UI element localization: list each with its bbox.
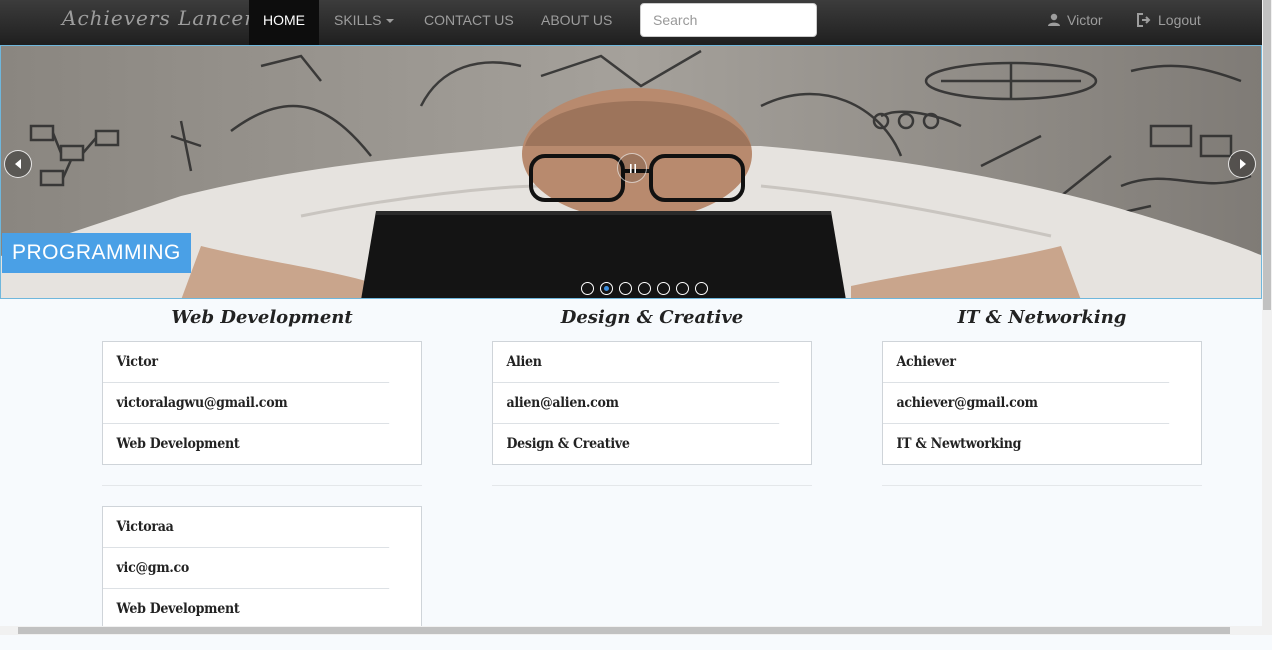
carousel-indicator[interactable] [695, 282, 708, 295]
card-divider [882, 485, 1202, 486]
freelancer-name: Victoraa [103, 507, 390, 548]
carousel-indicator[interactable] [581, 282, 594, 295]
freelancer-card[interactable]: Victor victoralagwu@gmail.com Web Develo… [102, 341, 422, 465]
user-icon [1048, 13, 1060, 26]
horizontal-scrollbar[interactable] [0, 626, 1272, 635]
nav-skills-label: SKILLS [334, 12, 382, 28]
user-name: Victor [1067, 12, 1103, 28]
logout-icon [1137, 13, 1151, 27]
search-input[interactable] [640, 3, 817, 37]
freelancer-name: Victor [103, 342, 390, 383]
carousel-prev-button[interactable] [4, 150, 32, 178]
top-navbar: Achievers Lancer HOME SKILLS CONTACT US … [0, 0, 1262, 46]
carousel-indicators [581, 282, 708, 296]
logout-label: Logout [1158, 12, 1201, 28]
category-title: Web Development [171, 307, 353, 328]
carousel-next-button[interactable] [1228, 150, 1256, 178]
vertical-scrollbar[interactable] [1262, 0, 1272, 626]
freelancer-name: Alien [493, 342, 780, 383]
freelancer-email: achiever@gmail.com [883, 383, 1170, 424]
carousel-indicator[interactable] [676, 282, 689, 295]
category-it-networking: IT & Networking Achiever achiever@gmail.… [882, 300, 1202, 506]
logout-link[interactable]: Logout [1136, 0, 1201, 45]
nav-home[interactable]: HOME [249, 0, 319, 45]
freelancer-skill: Web Development [116, 601, 240, 617]
category-design-creative: Design & Creative Alien alien@alien.com … [492, 300, 812, 506]
freelancer-card[interactable]: Victoraa vic@gm.co Web Development [102, 506, 422, 630]
freelancer-card[interactable]: Achiever achiever@gmail.com IT & Newtwor… [882, 341, 1202, 465]
category-web-development: Web Development Victor victoralagwu@gmai… [102, 300, 422, 650]
caret-down-icon [386, 19, 395, 24]
carousel-indicator-active[interactable] [600, 282, 613, 295]
nav-skills-dropdown[interactable]: SKILLS [334, 0, 395, 45]
card-divider [492, 485, 812, 486]
freelancer-email: vic@gm.co [103, 548, 390, 589]
prev-arrow-icon [15, 159, 21, 169]
freelancer-skill: Web Development [116, 436, 240, 452]
nav-contact-us[interactable]: CONTACT US [424, 0, 514, 45]
freelancer-email: victoralagwu@gmail.com [103, 383, 390, 424]
freelancer-skill: IT & Newtworking [896, 436, 1022, 452]
pause-icon [630, 164, 636, 173]
freelancer-email: alien@alien.com [493, 383, 780, 424]
next-arrow-icon [1240, 159, 1246, 169]
vertical-scrollbar-thumb[interactable] [1263, 0, 1271, 310]
freelancer-card[interactable]: Alien alien@alien.com Design & Creative [492, 341, 812, 465]
freelancer-name: Achiever [883, 342, 1170, 383]
carousel-indicator[interactable] [638, 282, 651, 295]
nav-about-us[interactable]: ABOUT US [541, 0, 612, 45]
carousel-pause-button[interactable] [617, 153, 647, 183]
carousel-indicator[interactable] [619, 282, 632, 295]
hero-carousel: PROGRAMMING [0, 45, 1262, 299]
category-title: IT & Networking [957, 307, 1127, 328]
freelancer-skill: Design & Creative [506, 436, 630, 452]
carousel-indicator[interactable] [657, 282, 670, 295]
brand-logo[interactable]: Achievers Lancer [62, 6, 255, 30]
category-title: Design & Creative [560, 307, 744, 328]
horizontal-scrollbar-thumb[interactable] [18, 627, 1230, 634]
slide-caption: PROGRAMMING [2, 233, 191, 273]
card-divider [102, 485, 422, 486]
nav-user-link[interactable]: Victor [1047, 0, 1103, 45]
